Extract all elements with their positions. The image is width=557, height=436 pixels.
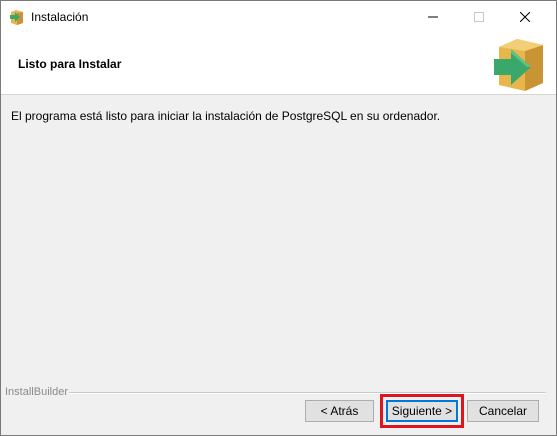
ready-message: El programa está listo para iniciar la i… [11,109,441,123]
content-area: El programa está listo para iniciar la i… [1,95,556,385]
installbuilder-label: InstallBuilder [5,386,68,398]
title-bar[interactable]: Instalación [1,1,556,32]
installer-logo-icon [491,37,549,91]
close-icon[interactable] [502,1,548,32]
cancel-button[interactable]: Cancelar [467,400,539,422]
page-title: Listo para Instalar [18,57,122,71]
minimize-icon[interactable] [410,1,456,32]
maximize-icon[interactable] [456,1,502,32]
back-button[interactable]: < Atrás [305,400,374,422]
footer-divider [69,392,546,394]
installer-window: Instalación Listo para Instalar El progr… [0,0,557,436]
page-header: Listo para Instalar [1,32,556,95]
window-title: Instalación [31,10,89,24]
next-button-highlight [380,394,464,428]
installer-box-arrow-icon [9,9,25,25]
